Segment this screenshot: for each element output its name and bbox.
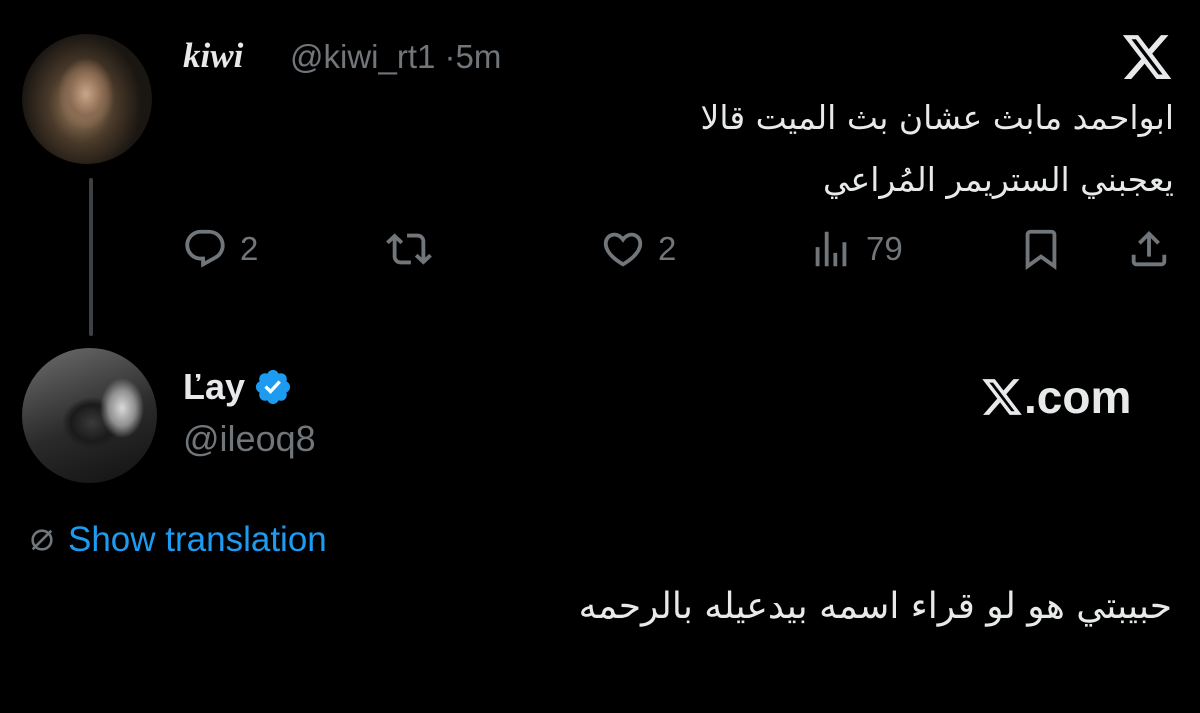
show-translation-label[interactable]: Show translation (68, 520, 327, 560)
share-button[interactable] (1126, 226, 1172, 272)
author-name-lay[interactable]: Ľay (183, 366, 245, 408)
author-name-kiwi[interactable]: kiwi (183, 36, 243, 76)
tweet-time[interactable]: 5m (456, 38, 502, 75)
avatar-lay[interactable] (22, 348, 157, 483)
bookmark-button[interactable] (1018, 226, 1064, 272)
tweet-text-line-2: يعجبني الستريمر المُراعي (823, 160, 1174, 199)
verified-badge-icon (255, 369, 291, 405)
x-com-branding: .com (980, 370, 1131, 424)
like-button[interactable]: 2 (600, 226, 676, 272)
x-logo-icon (1122, 35, 1172, 79)
author-handle-kiwi[interactable]: @kiwi_rt1 (290, 38, 435, 75)
author-name-row: Ľay (183, 366, 293, 408)
meta-separator: · (444, 38, 456, 75)
retweet-icon (386, 233, 432, 265)
author-handle-lay[interactable]: @ileoq8 (183, 418, 316, 460)
avatar-kiwi[interactable] (22, 34, 152, 164)
thread-connector-line (89, 178, 93, 336)
tweet-meta: @kiwi_rt1 ·5m (290, 38, 501, 76)
retweet-button[interactable] (386, 226, 444, 272)
views-count: 79 (866, 230, 903, 267)
heart-icon (603, 232, 643, 267)
reply-button[interactable]: 2 (182, 226, 258, 272)
reply-tweet-text: حبيبتي هو لو قراء اسمه بيدعيله بالرحمه (578, 586, 1172, 627)
x-logo-icon (982, 379, 1022, 415)
views-button[interactable]: 79 (808, 226, 903, 272)
tweet-text-line-1: ابواحمد مابث عشان بث الميت قالا (700, 98, 1174, 137)
share-upload-icon (1131, 230, 1167, 267)
views-chart-icon (815, 231, 847, 267)
reply-count: 2 (240, 230, 259, 267)
no-translation-icon (31, 529, 53, 551)
site-label: .com (1024, 371, 1132, 423)
reply-icon (185, 229, 225, 268)
show-translation-link[interactable]: Show translation (28, 520, 327, 560)
bookmark-icon (1025, 229, 1057, 270)
like-count: 2 (658, 230, 677, 267)
